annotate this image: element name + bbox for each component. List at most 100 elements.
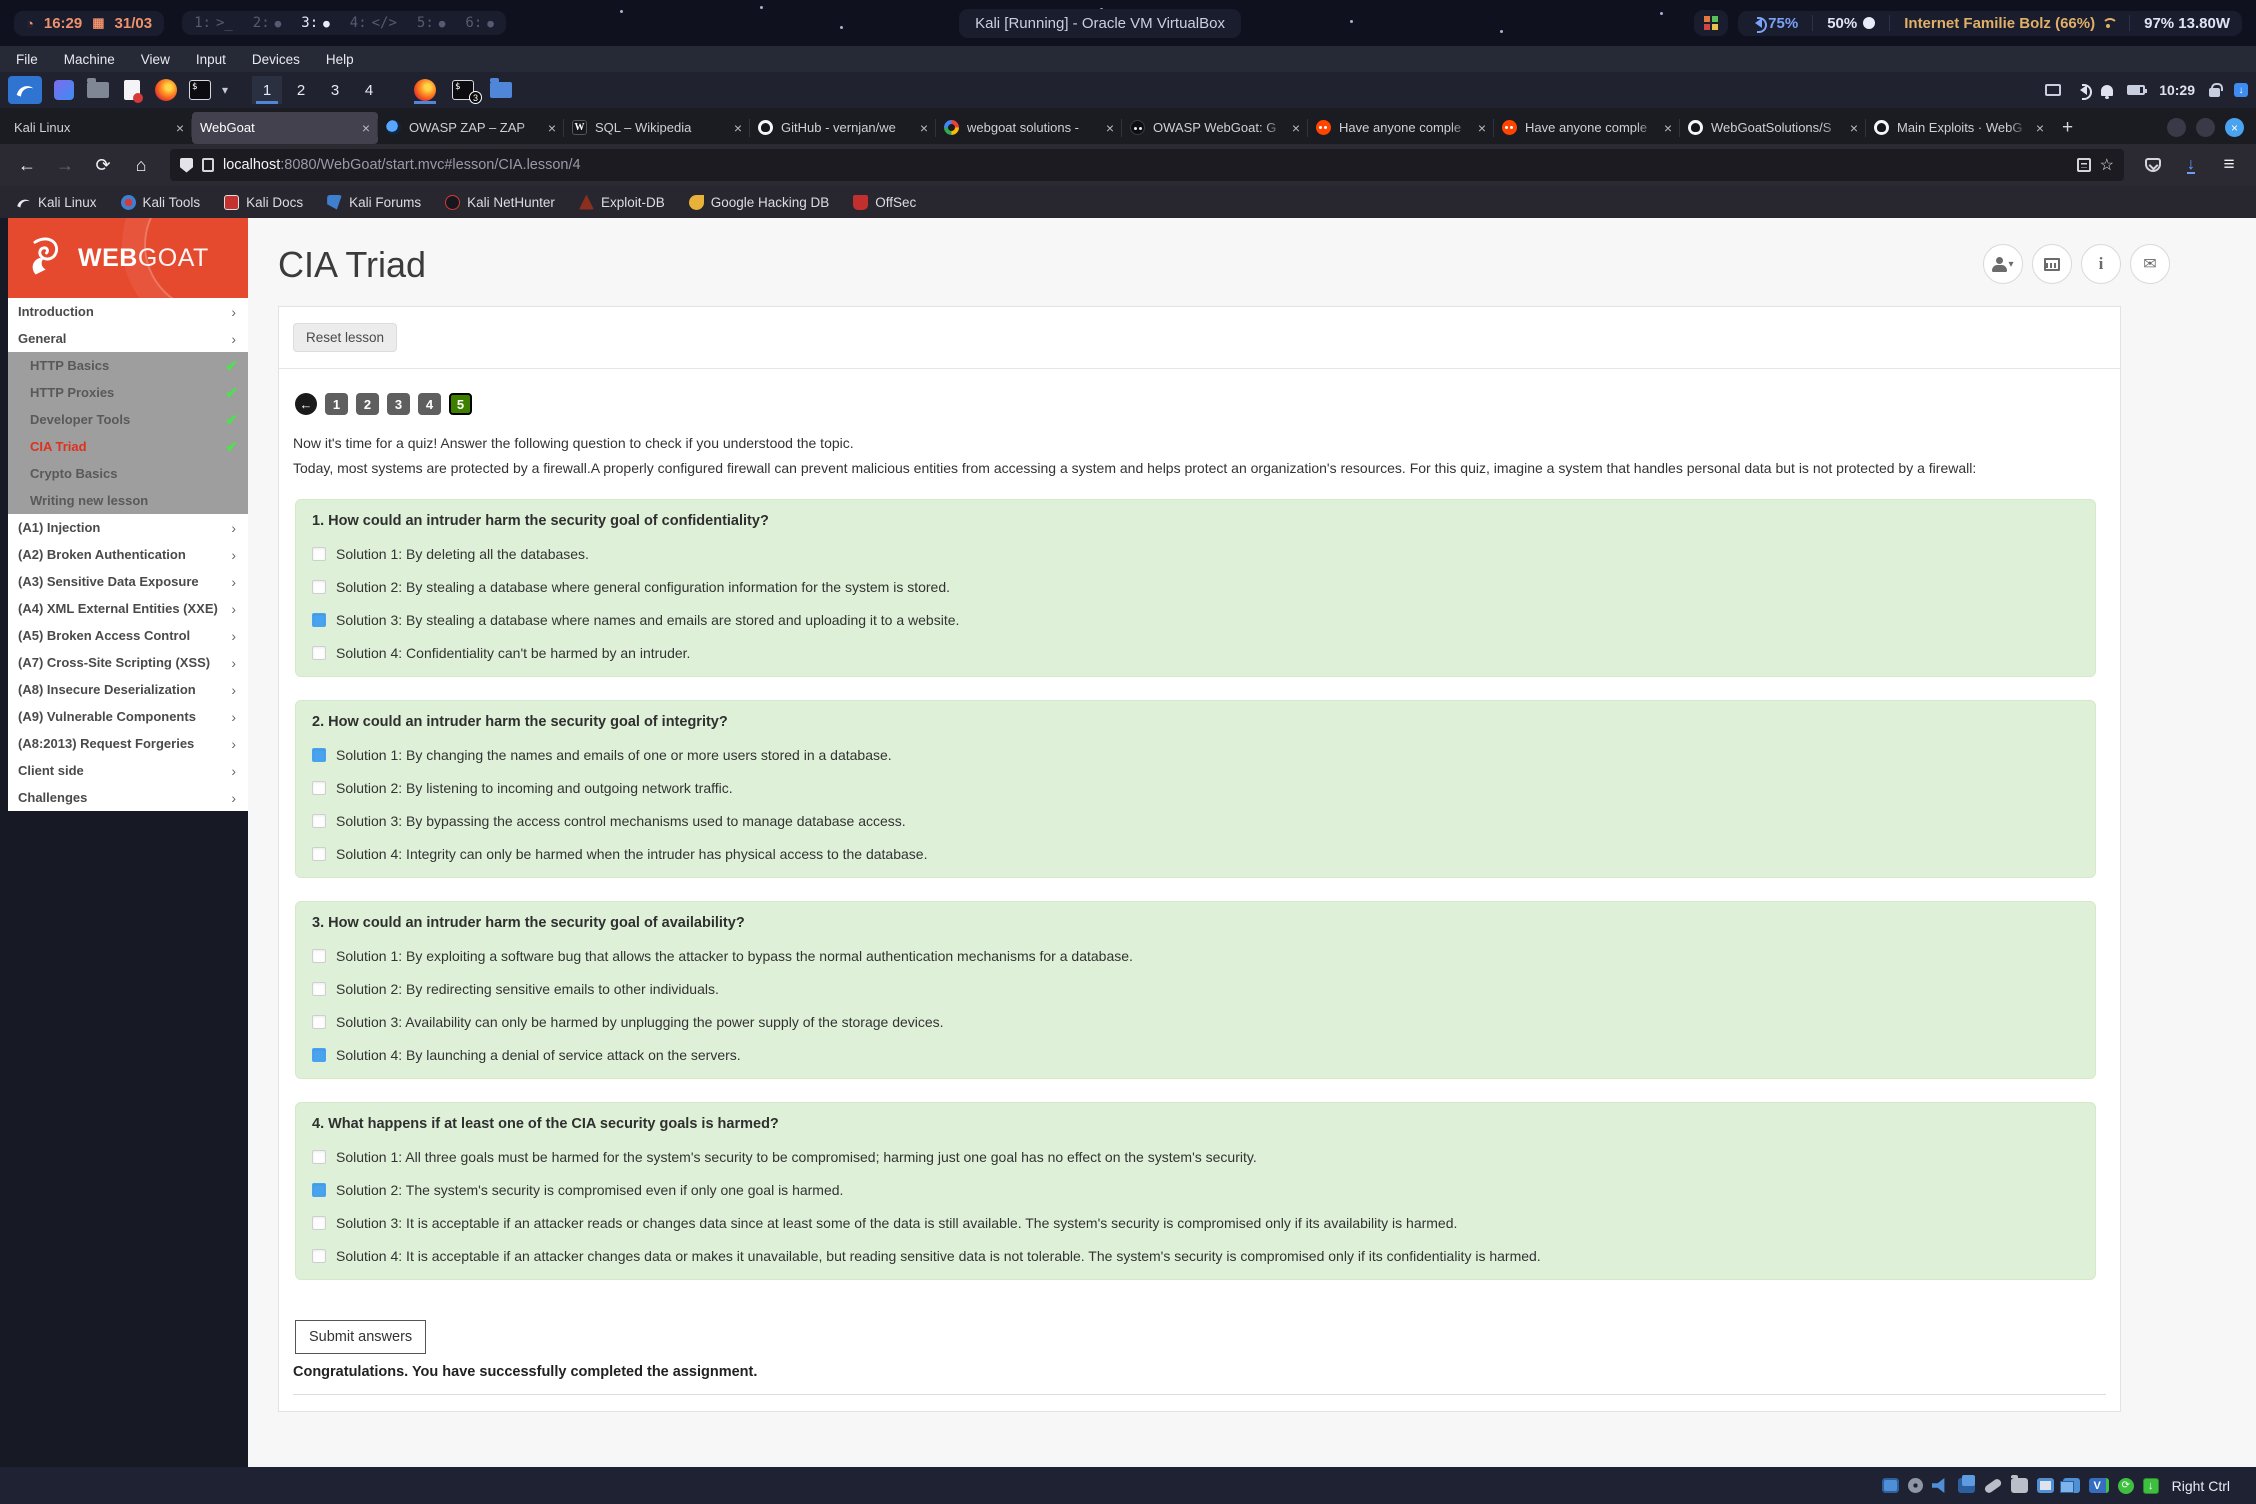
new-tab-button[interactable]: +	[2062, 117, 2073, 139]
host-key-capture-status-icon[interactable]: ↓	[2143, 1478, 2159, 1494]
vm-workspace-4[interactable]: 4	[354, 76, 384, 104]
checkbox-checked[interactable]	[312, 613, 326, 627]
page-2-button[interactable]: 2	[356, 393, 379, 415]
vm-clock[interactable]: 10:29	[2159, 82, 2195, 98]
answer-option[interactable]: Solution 1: By changing the names and em…	[312, 747, 2079, 763]
close-icon[interactable]: ×	[362, 120, 370, 136]
taskbar-terminal-windows[interactable]: $ 3	[448, 76, 478, 104]
home-button[interactable]: ⌂	[124, 150, 158, 180]
tracking-protection-shield-icon[interactable]	[180, 158, 193, 173]
tab-main-exploits[interactable]: Main Exploits · WebG ×	[1866, 112, 2052, 144]
sidebar-item-a3-sensitive-data[interactable]: (A3) Sensitive Data Exposure›	[8, 568, 248, 595]
checkbox[interactable]	[312, 781, 326, 795]
answer-option[interactable]: Solution 4: By launching a denial of ser…	[312, 1047, 2079, 1063]
tab-kali-linux[interactable]: Kali Linux ×	[6, 112, 192, 144]
firefox-launcher[interactable]	[154, 79, 178, 101]
checkbox[interactable]	[312, 646, 326, 660]
tab-webgoatsolutions-repo[interactable]: WebGoatSolutions/S ×	[1680, 112, 1866, 144]
page-1-button[interactable]: 1	[325, 393, 348, 415]
bookmark-kali-docs[interactable]: Kali Docs	[224, 195, 303, 210]
display-status-icon[interactable]	[2037, 1478, 2054, 1493]
sidebar-item-client-side[interactable]: Client side›	[8, 757, 248, 784]
answer-option[interactable]: Solution 4: Integrity can only be harmed…	[312, 846, 2079, 862]
sidebar-item-a1-injection[interactable]: (A1) Injection›	[8, 514, 248, 541]
answer-option[interactable]: Solution 3: By stealing a database where…	[312, 612, 2079, 628]
clock-date-widget[interactable]: ◔ 16:29 ▦ 31/03	[14, 11, 164, 36]
network-status[interactable]: Internet Familie Bolz (66%)	[1904, 15, 2115, 32]
checkbox[interactable]	[312, 1216, 326, 1230]
optical-drive-status-icon[interactable]	[1908, 1478, 1923, 1493]
url-bar[interactable]: localhost:8080/WebGoat/start.mvc#lesson/…	[170, 149, 2124, 181]
workspace-3-active[interactable]: 3:●	[301, 15, 329, 31]
bookmark-google-hacking-db[interactable]: Google Hacking DB	[689, 195, 830, 210]
usb-status-icon[interactable]	[1983, 1477, 2002, 1494]
close-icon[interactable]: ×	[1478, 120, 1486, 136]
bookmark-exploit-db[interactable]: Exploit-DB	[579, 195, 665, 210]
sidebar-item-a2-broken-auth[interactable]: (A2) Broken Authentication›	[8, 541, 248, 568]
site-info-icon[interactable]	[202, 158, 214, 172]
answer-option[interactable]: Solution 1: By deleting all the database…	[312, 546, 2079, 562]
answer-option[interactable]: Solution 2: By listening to incoming and…	[312, 780, 2079, 796]
reload-button[interactable]: ⟳	[86, 150, 120, 180]
answer-option[interactable]: Solution 1: By exploiting a software bug…	[312, 948, 2079, 964]
contact-button[interactable]: ✉	[2130, 244, 2170, 284]
bookmark-kali-forums[interactable]: Kali Forums	[327, 195, 421, 210]
kali-menu-button[interactable]	[8, 76, 42, 104]
launcher-dropdown-icon[interactable]: ▾	[222, 83, 228, 97]
reset-lesson-button[interactable]: Reset lesson	[293, 323, 397, 352]
sidebar-item-a5-access-control[interactable]: (A5) Broken Access Control›	[8, 622, 248, 649]
reader-mode-icon[interactable]	[2077, 158, 2091, 172]
menu-view[interactable]: View	[141, 52, 170, 67]
close-icon[interactable]: ×	[920, 120, 928, 136]
checkbox[interactable]	[312, 1249, 326, 1263]
checkbox-checked[interactable]	[312, 1183, 326, 1197]
menu-file[interactable]: File	[16, 52, 38, 67]
answer-option[interactable]: Solution 3: Availability can only be har…	[312, 1014, 2079, 1030]
answer-option[interactable]: Solution 4: Confidentiality can't be har…	[312, 645, 2079, 661]
text-editor-launcher[interactable]	[120, 79, 144, 101]
sidebar-item-challenges[interactable]: Challenges›	[8, 784, 248, 811]
sidebar-item-cia-triad-current[interactable]: CIA Triad ✔	[8, 433, 248, 460]
tab-github-vernjan[interactable]: GitHub - vernjan/we ×	[750, 112, 936, 144]
shared-folders-status-icon[interactable]	[2011, 1478, 2028, 1493]
brightness-status[interactable]: 50%	[1827, 15, 1875, 32]
about-button[interactable]: i	[2081, 244, 2121, 284]
tab-owasp-webgoat[interactable]: OWASP WebGoat: G ×	[1122, 112, 1308, 144]
answer-option[interactable]: Solution 2: The system's security is com…	[312, 1182, 2079, 1198]
hard-disk-status-icon[interactable]	[1882, 1478, 1899, 1493]
workspace-6[interactable]: 6:●	[465, 15, 493, 31]
checkbox[interactable]	[312, 580, 326, 594]
close-icon[interactable]: ×	[2036, 120, 2044, 136]
page-3-button[interactable]: 3	[387, 393, 410, 415]
pocket-button[interactable]	[2136, 150, 2170, 180]
answer-option[interactable]: Solution 2: By redirecting sensitive ema…	[312, 981, 2079, 997]
vm-workspace-2[interactable]: 2	[286, 76, 316, 104]
recording-status-icon[interactable]	[2063, 1478, 2080, 1493]
checkbox[interactable]	[312, 1150, 326, 1164]
volume-status[interactable]: 75%	[1750, 15, 1798, 32]
close-icon[interactable]: ×	[1850, 120, 1858, 136]
checkbox[interactable]	[312, 982, 326, 996]
checkbox[interactable]	[312, 1015, 326, 1029]
sidebar-item-a7-xss[interactable]: (A7) Cross-Site Scripting (XSS)›	[8, 649, 248, 676]
app-menu-button[interactable]: ≡	[2212, 150, 2246, 180]
user-menu-button[interactable]: ▾	[1983, 244, 2023, 284]
sidebar-item-a8-2013-request-forgeries[interactable]: (A8:2013) Request Forgeries›	[8, 730, 248, 757]
folder-launcher[interactable]	[86, 79, 110, 101]
taskbar-files-window[interactable]	[486, 76, 516, 104]
battery-tray-icon[interactable]	[2127, 85, 2145, 95]
close-icon[interactable]: ×	[734, 120, 742, 136]
close-icon[interactable]: ×	[176, 120, 184, 136]
menu-input[interactable]: Input	[196, 52, 226, 67]
vm-workspace-3[interactable]: 3	[320, 76, 350, 104]
bookmark-kali-tools[interactable]: Kali Tools	[121, 195, 201, 210]
tab-reddit-1[interactable]: Have anyone comple ×	[1308, 112, 1494, 144]
tab-owasp-zap[interactable]: OWASP ZAP – ZAP ×	[378, 112, 564, 144]
display-tray-icon[interactable]	[2045, 84, 2061, 96]
answer-option[interactable]: Solution 1: All three goals must be harm…	[312, 1149, 2079, 1165]
workspace-2[interactable]: 2:●	[253, 15, 281, 31]
tray-app-icon[interactable]	[1694, 10, 1728, 36]
sidebar-item-http-basics[interactable]: HTTP Basics ✔	[8, 352, 248, 379]
report-card-button[interactable]	[2032, 244, 2072, 284]
sidebar-item-http-proxies[interactable]: HTTP Proxies ✔	[8, 379, 248, 406]
